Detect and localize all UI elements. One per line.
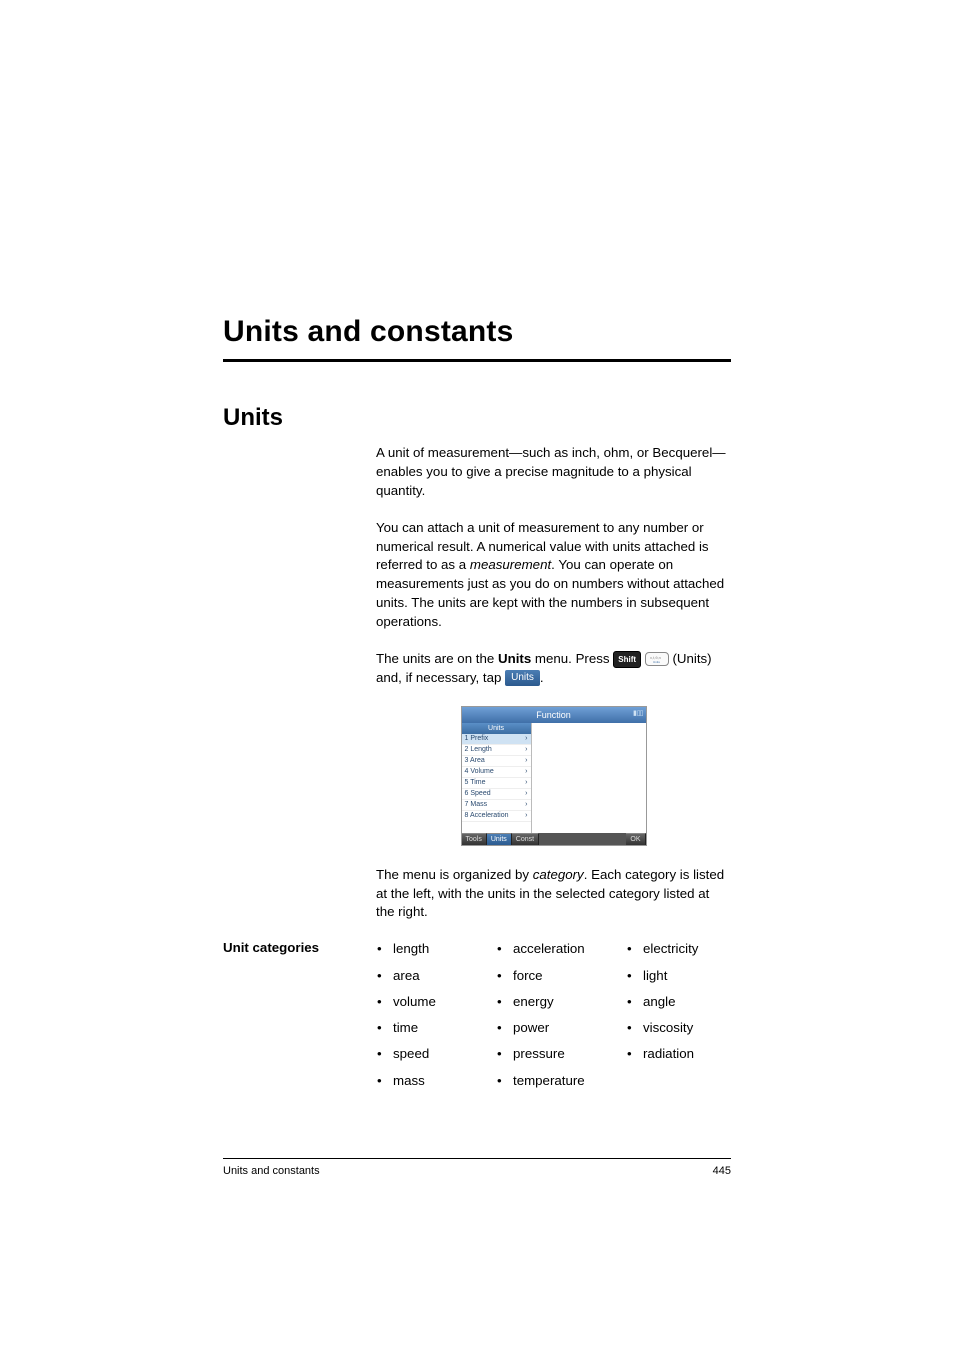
shot-units-menu: Units 1 Prefix› 2 Length› 3 Area› 4 Volu… [462,723,532,833]
shot-menu-item: 6 Speed› [462,789,531,800]
units-soft-button: Units [505,670,540,686]
footer-left: Units and constants [223,1165,320,1177]
paragraph-3: The units are on the Units menu. Press S… [376,650,731,688]
p4-a: The menu is organized by [376,867,533,882]
shot-status-icons: ▮ ▯▯ [633,709,643,717]
list-item: power [491,1019,621,1036]
list-item: force [491,967,621,984]
list-item: light [621,967,731,984]
list-item: mass [371,1072,491,1089]
shot-menu-item: 5 Time› [462,778,531,789]
shot-menu-header: Units [462,723,531,734]
list-item: viscosity [621,1019,731,1036]
list-item: time [371,1019,491,1036]
list-item: area [371,967,491,984]
list-item: speed [371,1045,491,1062]
svg-text:Units: Units [653,660,660,664]
shot-title-text: Function [536,710,571,720]
p3-bold: Units [498,651,531,666]
section-title: Units [223,404,731,432]
paragraph-1: A unit of measurement—such as inch, ohm,… [376,444,731,501]
p3-b: menu. Press [531,651,613,666]
category-col-3: electricity light angle viscosity radiat… [621,940,731,1098]
side-heading: Unit categories [223,940,371,1098]
p2-em: measurement [470,557,551,572]
shot-tab-const: Const [512,833,539,845]
list-item: length [371,940,491,957]
category-col-2: acceleration force energy power pressure… [491,940,621,1098]
shot-softkeys: Tools Units Const OK [462,833,646,845]
shot-menu-item: 2 Length› [462,745,531,756]
list-item: acceleration [491,940,621,957]
chapter-rule [223,359,731,362]
shot-tab-ok: OK [626,833,645,845]
paragraph-2: You can attach a unit of measurement to … [376,519,731,632]
shot-menu-item: 4 Volume› [462,767,531,778]
list-item: angle [621,993,731,1010]
list-item: volume [371,993,491,1010]
shot-menu-item: 1 Prefix› [462,734,531,745]
list-item: pressure [491,1045,621,1062]
category-col-1: length area volume time speed mass [371,940,491,1098]
list-item: radiation [621,1045,731,1062]
unit-categories-section: Unit categories length area volume time … [223,940,731,1098]
page-footer: Units and constants 445 [223,1158,731,1177]
shot-menu-item: 8 Acceleration› [462,811,531,822]
chapter-title: Units and constants [223,315,731,349]
shot-titlebar: Function ▮ ▯▯ [462,707,646,723]
paragraph-4: The menu is organized by category. Each … [376,866,731,923]
p3-end: . [540,670,544,685]
shot-menu-item: 7 Mass› [462,800,531,811]
footer-page-number: 445 [713,1165,731,1177]
shot-tab-tools: Tools [462,833,487,845]
list-item: energy [491,993,621,1010]
list-item: temperature [491,1072,621,1089]
shot-menu-item: 3 Area› [462,756,531,767]
p3-a: The units are on the [376,651,498,666]
units-key-icon: x,t,θ,nUnits [645,652,669,666]
shift-key-icon: Shift [613,651,641,668]
calculator-screenshot: Function ▮ ▯▯ Units 1 Prefix› 2 Length› … [461,706,647,846]
p4-em: category [533,867,584,882]
list-item: electricity [621,940,731,957]
shot-tab-units: Units [487,833,512,845]
